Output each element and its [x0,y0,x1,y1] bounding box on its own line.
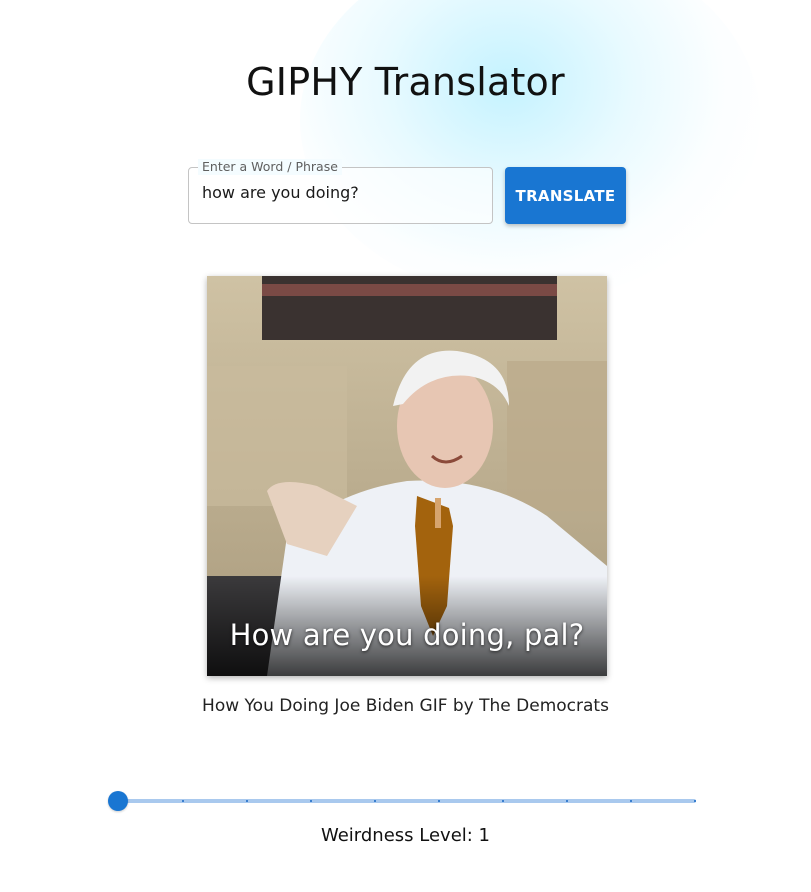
slider-mark [566,800,568,802]
phrase-input[interactable] [202,183,482,202]
slider-mark [630,800,632,802]
slider-mark [502,800,504,802]
weirdness-level-label: Weirdness Level: 1 [320,825,491,846]
gif-result[interactable]: How are you doing, pal? [207,276,607,676]
weirdness-slider[interactable] [108,791,696,811]
translate-button[interactable]: TRANSLATE [505,167,626,224]
gif-title: How You Doing Joe Biden GIF by The Democ… [202,696,609,716]
slider-mark [246,800,248,802]
slider-mark [694,800,696,802]
slider-rail[interactable] [118,799,696,803]
slider-mark [310,800,312,802]
slider-mark [182,800,184,802]
gif-image [207,276,607,676]
page-title: GIPHY Translator [246,60,565,104]
background-glow [300,0,760,300]
phrase-field-label: Enter a Word / Phrase [198,159,342,175]
gif-overlay-text: How are you doing, pal? [229,618,585,652]
slider-thumb[interactable] [108,791,128,811]
phrase-field[interactable]: Enter a Word / Phrase [188,159,493,224]
slider-mark [374,800,376,802]
slider-mark [438,800,440,802]
